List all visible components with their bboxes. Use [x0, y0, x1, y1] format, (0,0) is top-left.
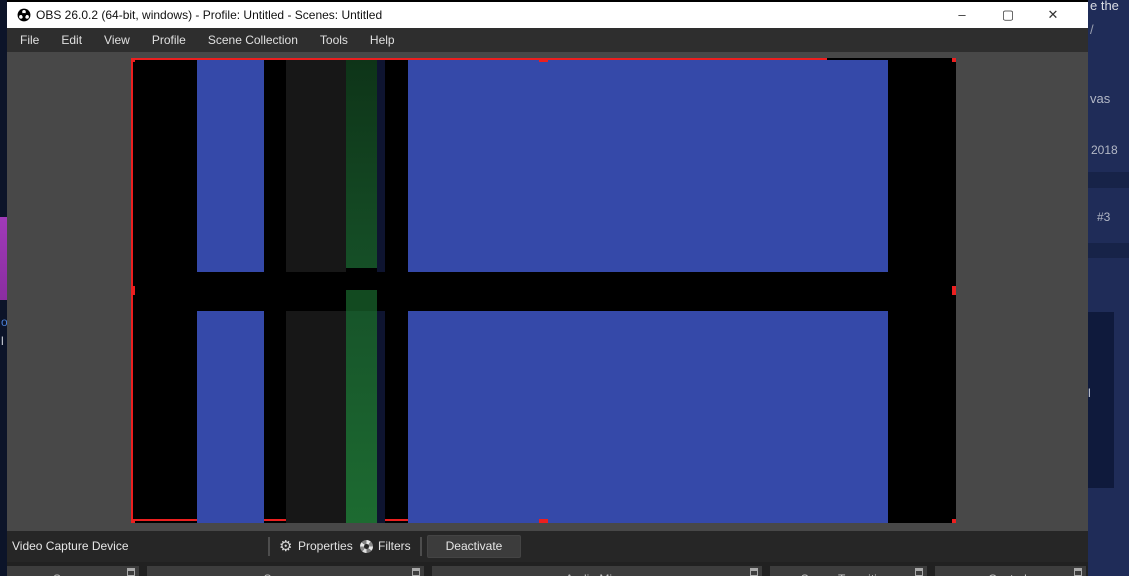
preview-canvas[interactable] — [131, 58, 956, 523]
dock-float-icon[interactable] — [412, 568, 420, 576]
dock-label: Scene Transitions — [770, 566, 927, 576]
menu-tools[interactable]: Tools — [309, 28, 359, 52]
selection-handle[interactable] — [131, 519, 135, 523]
dock-audio-mixer[interactable]: Audio Mixer — [432, 566, 762, 576]
selection-handle[interactable] — [952, 285, 956, 295]
selection-handle[interactable] — [131, 285, 135, 295]
dock-float-icon[interactable] — [127, 568, 135, 576]
dock-scenes[interactable]: Scenes — [7, 566, 139, 576]
dock-float-icon[interactable] — [1074, 568, 1082, 576]
selected-source-name: Video Capture Device — [12, 539, 129, 553]
menu-edit[interactable]: Edit — [50, 28, 93, 52]
dock-label: Sources — [147, 566, 424, 576]
background-text-fragment: e the — [1090, 0, 1119, 13]
dock-sources[interactable]: Sources — [147, 566, 424, 576]
background-text-fragment: l — [1, 334, 4, 348]
minimize-button[interactable]: – — [945, 2, 979, 28]
properties-button[interactable]: Properties — [298, 531, 353, 562]
selection-handle[interactable] — [952, 519, 956, 523]
dock-float-icon[interactable] — [915, 568, 923, 576]
toolbar-divider — [268, 537, 270, 556]
scene-green-band-segment — [346, 290, 377, 311]
background-text-fragment: / — [1090, 22, 1094, 37]
filters-button[interactable]: Filters — [378, 531, 411, 562]
background-purple-accent — [0, 217, 7, 300]
window-title: OBS 26.0.2 (64-bit, windows) - Profile: … — [36, 8, 383, 22]
scene-horizontal-black-band — [195, 272, 891, 311]
background-band — [1088, 172, 1129, 188]
dock-controls[interactable]: Controls — [935, 566, 1086, 576]
obs-logo-icon — [17, 8, 31, 22]
source-toolbar: Video Capture Device ⚙ Properties Filter… — [7, 531, 1088, 562]
toolbar-divider — [420, 537, 422, 556]
dock-label: Scenes — [7, 566, 139, 576]
deactivate-button[interactable]: Deactivate — [427, 535, 521, 558]
background-card — [1088, 312, 1114, 488]
menu-scene-collection[interactable]: Scene Collection — [197, 28, 309, 52]
scene-green-gap — [346, 268, 377, 273]
maximize-button[interactable]: ▢ — [991, 2, 1025, 28]
background-text-fragment: vas — [1090, 91, 1111, 106]
menu-file[interactable]: File — [9, 28, 50, 52]
background-text-fragment: 2018 — [1091, 143, 1118, 157]
dock-scene-transitions[interactable]: Scene Transitions — [770, 566, 927, 576]
dock-float-icon[interactable] — [750, 568, 758, 576]
selection-handle[interactable] — [952, 58, 956, 62]
background-window-right: e the / vas 2018 #3 l — [1088, 0, 1129, 576]
title-bar[interactable]: OBS 26.0.2 (64-bit, windows) - Profile: … — [7, 2, 1088, 28]
background-band — [1088, 243, 1129, 258]
preview-area[interactable] — [7, 52, 1088, 531]
menu-help[interactable]: Help — [359, 28, 406, 52]
menu-view[interactable]: View — [93, 28, 141, 52]
menu-bar: File Edit View Profile Scene Collection … — [7, 28, 1088, 52]
background-window-left: o l — [0, 0, 8, 576]
selection-handle[interactable] — [131, 58, 135, 62]
selection-handle[interactable] — [538, 519, 548, 523]
dock-label: Controls — [935, 566, 1086, 576]
dock-label: Audio Mixer — [432, 566, 762, 576]
filters-icon[interactable] — [360, 540, 373, 553]
desktop-screen: o l OBS 26.0.2 (64-bit, windows) - Profi… — [0, 0, 1129, 576]
close-button[interactable]: ✕ — [1036, 2, 1070, 28]
obs-window: OBS 26.0.2 (64-bit, windows) - Profile: … — [7, 0, 1088, 576]
properties-gear-icon[interactable]: ⚙ — [279, 531, 292, 562]
menu-profile[interactable]: Profile — [141, 28, 197, 52]
background-text-fragment: l — [1088, 386, 1091, 400]
background-text-fragment: #3 — [1097, 210, 1111, 224]
selection-handle[interactable] — [538, 58, 548, 62]
dock-bar: Scenes Sources Audio Mixer Scene Transit… — [7, 562, 1088, 576]
